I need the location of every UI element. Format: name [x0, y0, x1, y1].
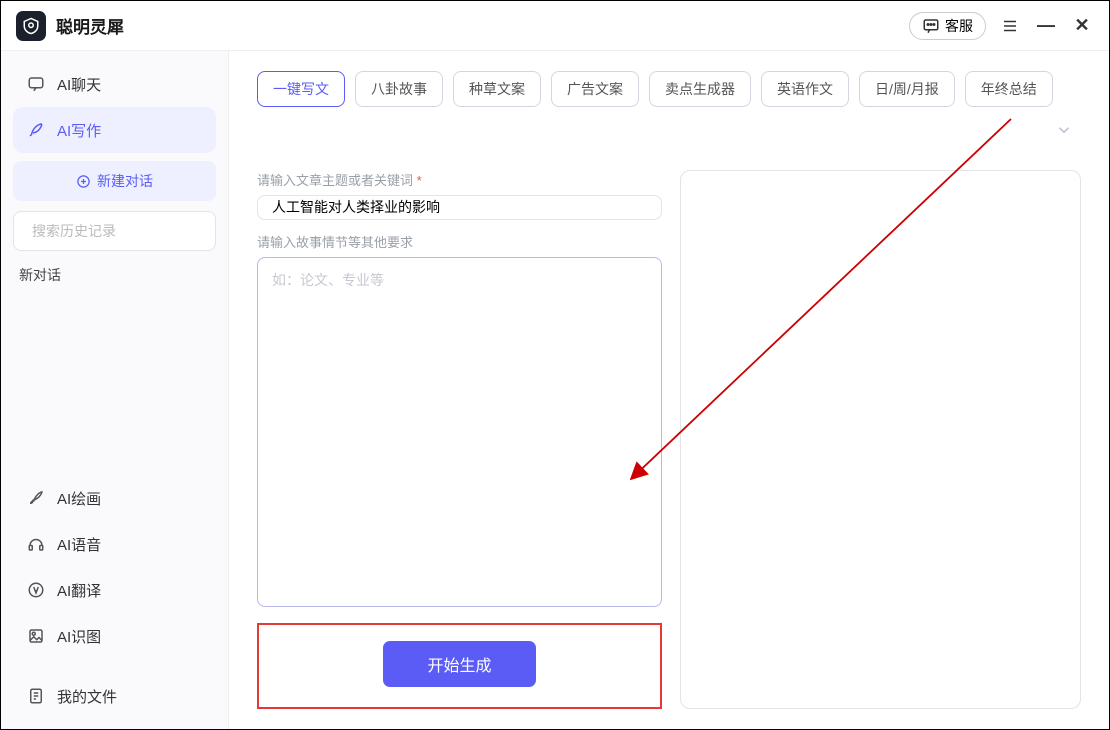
app-header: 聪明灵犀 客服 — ✕	[1, 1, 1109, 51]
sidebar-item-label: AI聊天	[57, 74, 101, 95]
search-container	[13, 211, 216, 251]
sidebar-item-ai-write[interactable]: AI写作	[13, 107, 216, 153]
output-panel	[680, 170, 1081, 709]
chip-selling[interactable]: 卖点生成器	[649, 71, 751, 107]
sidebar-item-ai-draw[interactable]: AI绘画	[13, 475, 216, 521]
template-chips-row: 一键写文 八卦故事 种草文案 广告文案 卖点生成器 英语作文 日/周/月报 年终…	[257, 71, 1081, 148]
sidebar: AI聊天 AI写作 新建对话 新对话 AI绘画 AI语音	[1, 51, 229, 729]
paint-icon	[27, 489, 45, 507]
sidebar-item-label: AI识图	[57, 626, 101, 647]
chat-icon	[27, 75, 45, 93]
sidebar-item-ai-chat[interactable]: AI聊天	[13, 61, 216, 107]
chip-zhongcao[interactable]: 种草文案	[453, 71, 541, 107]
chip-ad[interactable]: 广告文案	[551, 71, 639, 107]
menu-button[interactable]	[998, 14, 1022, 38]
customer-service-label: 客服	[945, 16, 973, 36]
sidebar-item-label: AI翻译	[57, 580, 101, 601]
minimize-button[interactable]: —	[1034, 14, 1058, 38]
sidebar-item-label: AI绘画	[57, 488, 101, 509]
chip-one-click[interactable]: 一键写文	[257, 71, 345, 107]
sidebar-item-label: 我的文件	[57, 686, 117, 707]
extra-label: 请输入故事情节等其他要求	[257, 232, 662, 251]
new-chat-button[interactable]: 新建对话	[13, 161, 216, 201]
plus-circle-icon	[76, 174, 91, 189]
chip-year[interactable]: 年终总结	[965, 71, 1053, 107]
chip-gossip[interactable]: 八卦故事	[355, 71, 443, 107]
headphone-icon	[27, 535, 45, 553]
topic-label: 请输入文章主题或者关键词 *	[257, 170, 662, 189]
chip-english[interactable]: 英语作文	[761, 71, 849, 107]
sidebar-item-my-files[interactable]: 我的文件	[13, 673, 216, 719]
hamburger-icon	[1001, 17, 1019, 35]
translate-icon	[27, 581, 45, 599]
required-mark: *	[417, 173, 422, 188]
feather-icon	[27, 121, 45, 139]
sidebar-item-ai-image[interactable]: AI识图	[13, 613, 216, 659]
chat-bubble-icon	[922, 17, 940, 35]
form-column: 请输入文章主题或者关键词 * 请输入故事情节等其他要求 开始生成	[257, 170, 662, 709]
chips-expand-button[interactable]	[1047, 117, 1081, 148]
app-logo-icon	[16, 11, 46, 41]
app-title: 聪明灵犀	[56, 13, 124, 38]
topic-input[interactable]	[257, 195, 662, 220]
sidebar-item-label: AI语音	[57, 534, 101, 555]
extra-textarea[interactable]	[257, 257, 662, 607]
generate-button[interactable]: 开始生成	[383, 641, 535, 687]
file-icon	[27, 687, 45, 705]
customer-service-button[interactable]: 客服	[909, 12, 986, 40]
generate-highlight-box: 开始生成	[257, 623, 662, 709]
close-button[interactable]: ✕	[1070, 14, 1094, 38]
new-chat-label: 新建对话	[97, 171, 153, 191]
main-content: 一键写文 八卦故事 种草文案 广告文案 卖点生成器 英语作文 日/周/月报 年终…	[229, 51, 1109, 729]
image-scan-icon	[27, 627, 45, 645]
history-item[interactable]: 新对话	[13, 251, 216, 299]
chip-report[interactable]: 日/周/月报	[859, 71, 955, 107]
chevron-down-icon	[1055, 121, 1073, 139]
sidebar-item-ai-voice[interactable]: AI语音	[13, 521, 216, 567]
sidebar-item-ai-translate[interactable]: AI翻译	[13, 567, 216, 613]
sidebar-item-label: AI写作	[57, 120, 101, 141]
search-input[interactable]	[32, 223, 213, 239]
